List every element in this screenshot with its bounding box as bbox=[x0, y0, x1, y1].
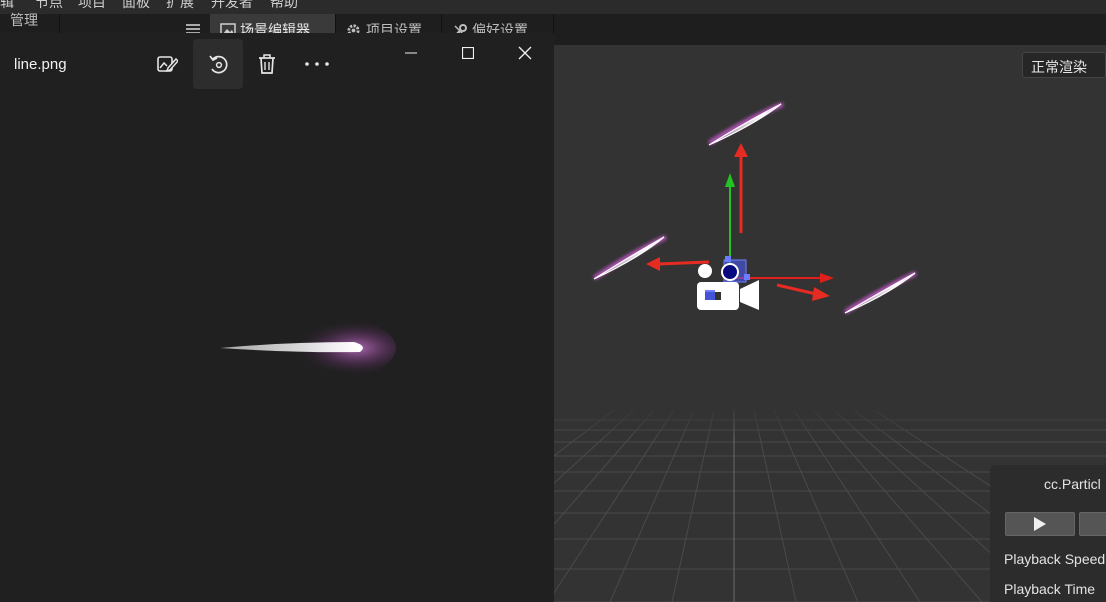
menu-help[interactable]: 帮助 bbox=[270, 0, 298, 12]
close-button[interactable] bbox=[496, 33, 553, 73]
edit-image-icon bbox=[157, 56, 178, 73]
pause-button[interactable] bbox=[1079, 512, 1106, 536]
maximize-button[interactable] bbox=[439, 33, 496, 73]
play-button[interactable] bbox=[1005, 512, 1075, 536]
image-viewer-window: line.png bbox=[0, 33, 554, 602]
delete-button[interactable] bbox=[242, 39, 292, 89]
particle-streak bbox=[708, 103, 782, 146]
displayed-image bbox=[220, 316, 396, 380]
menu-bar: 辑 节点 项目 面板 扩展 开发者 帮助 bbox=[0, 0, 1106, 14]
playback-time-label: Playback Time bbox=[1004, 581, 1096, 597]
minimize-icon bbox=[404, 52, 417, 54]
menu-extension[interactable]: 扩展 bbox=[166, 0, 194, 12]
playback-speed-label: Playback Speed bbox=[1004, 551, 1106, 567]
particle-streak bbox=[593, 236, 665, 280]
viewer-file-name: line.png bbox=[14, 56, 67, 73]
transform-gizmo bbox=[721, 173, 834, 283]
rotate-icon bbox=[209, 55, 228, 74]
maximize-icon bbox=[461, 47, 474, 59]
menu-panel[interactable]: 面板 bbox=[122, 0, 150, 12]
play-icon bbox=[1034, 517, 1046, 531]
menu-project[interactable]: 项目 bbox=[78, 0, 106, 12]
particle-preview-panel: cc.Particl Playback Speed Playback Time bbox=[990, 465, 1106, 602]
close-icon bbox=[518, 46, 531, 60]
particle-streak bbox=[593, 102, 917, 314]
render-mode-select[interactable]: 正常渲染 bbox=[1022, 52, 1106, 78]
particle-panel-title: cc.Particl bbox=[1044, 476, 1101, 492]
scene-viewport[interactable]: 正常渲染 cc.Particl Playback Speed Playback … bbox=[554, 45, 1106, 602]
more-icon bbox=[305, 62, 329, 66]
rotate-button[interactable] bbox=[193, 39, 243, 89]
more-options-button[interactable] bbox=[292, 39, 342, 89]
minimize-button[interactable] bbox=[382, 33, 439, 73]
particle-streak bbox=[844, 272, 916, 314]
delete-icon bbox=[259, 54, 275, 74]
edit-image-button[interactable] bbox=[142, 39, 192, 89]
menu-developer[interactable]: 开发者 bbox=[211, 0, 253, 12]
